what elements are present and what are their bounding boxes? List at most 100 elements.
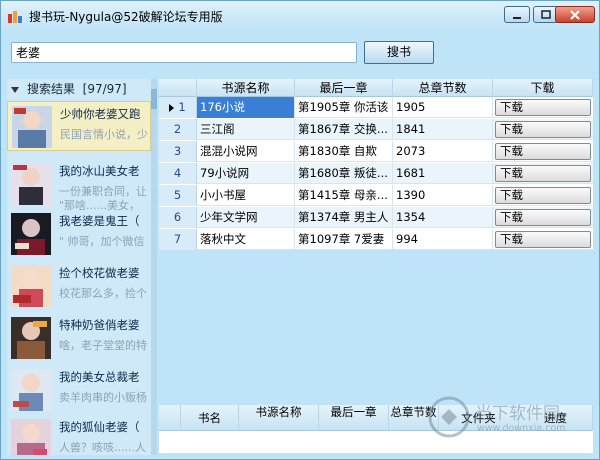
row-index: 2: [159, 119, 197, 140]
book-item[interactable]: 捡个校花做老婆 校花那么多，捡个: [7, 261, 151, 311]
title-bar[interactable]: 搜书玩-Nygula@52破解论坛专用版: [1, 1, 599, 31]
col-header-book[interactable]: 书名: [181, 405, 239, 431]
book-title: 特种奶爸俏老婆: [59, 318, 140, 332]
total-chapters-cell[interactable]: 1354: [393, 207, 493, 228]
table-row[interactable]: 6 少年文学网 第1374章 男主人 1354 下载: [159, 207, 593, 228]
watermark: 当下软件园 www.downxia.com: [425, 393, 585, 443]
row-index: 4: [159, 163, 197, 184]
search-button[interactable]: 搜书: [364, 41, 434, 64]
download-button[interactable]: 下载: [495, 143, 591, 160]
current-row-icon: [169, 103, 175, 112]
source-name-cell[interactable]: 混混小说网: [197, 141, 295, 162]
col-header-total-chapters[interactable]: 总章节数: [393, 79, 493, 97]
book-cover-image: [11, 419, 51, 455]
total-chapters-cell[interactable]: 1905: [393, 97, 493, 118]
book-desc: 校花那么多，捡个: [59, 287, 147, 300]
book-desc: " 帅哥，加个微信: [59, 235, 145, 248]
source-name-cell[interactable]: 79小说网: [197, 163, 295, 184]
close-button[interactable]: [555, 6, 595, 23]
row-index: 1: [159, 97, 197, 118]
book-item[interactable]: 我的美女总裁老 卖羊肉串的小贩杨: [7, 365, 151, 415]
source-name-cell[interactable]: 少年文学网: [197, 207, 295, 228]
download-button[interactable]: 下载: [495, 187, 591, 204]
book-item[interactable]: 我的狐仙老婆（ 人兽？咳咳......人: [7, 415, 151, 455]
last-chapter-cell[interactable]: 第1415章 母亲...: [295, 185, 393, 206]
book-desc: 卖羊肉串的小贩杨: [59, 391, 147, 404]
download-button[interactable]: 下载: [495, 231, 591, 248]
last-chapter-cell[interactable]: 第1905章 你活该: [295, 97, 393, 118]
col-header-last-chapter[interactable]: 最后一章: [319, 405, 389, 431]
col-header-last-chapter[interactable]: 最后一章: [295, 79, 393, 97]
minimize-button[interactable]: [504, 6, 530, 23]
book-item[interactable]: 我老婆是鬼王（ " 帅哥，加个微信: [7, 209, 151, 259]
last-chapter-cell[interactable]: 第1374章 男主人: [295, 207, 393, 228]
row-index: 5: [159, 185, 197, 206]
book-cover-image: [11, 213, 51, 255]
minimize-icon: [513, 16, 521, 19]
col-header-source[interactable]: 书源名称: [239, 405, 319, 431]
last-chapter-cell[interactable]: 第1867章 交换...: [295, 119, 393, 140]
source-table: 书源名称 最后一章 总章节数 下载 1 176小说 第1905章 你活该 190…: [159, 79, 593, 250]
watermark-url: www.downxia.com: [477, 423, 566, 434]
source-name-cell[interactable]: 176小说: [197, 97, 295, 118]
results-count: [97/97]: [82, 82, 127, 96]
last-chapter-cell[interactable]: 第1680章 叛徒...: [295, 163, 393, 184]
book-item[interactable]: 少帅你老婆又跑 民国言情小说，少: [7, 101, 151, 151]
results-header[interactable]: 搜索结果 [97/97]: [7, 79, 157, 99]
book-cover-image: [12, 106, 52, 148]
row-header-corner: [159, 405, 181, 431]
download-button[interactable]: 下载: [495, 99, 591, 116]
row-index: 7: [159, 229, 197, 250]
book-cover-image: [11, 265, 51, 307]
download-button[interactable]: 下载: [495, 121, 591, 138]
book-desc: 啥，老子堂堂的特: [59, 339, 147, 352]
book-item[interactable]: 我的冰山美女老 一份兼职合同，让 "那啥......美女，: [7, 159, 151, 212]
book-cover-image: [11, 369, 51, 411]
book-title: 我的狐仙老婆（: [59, 420, 140, 434]
maximize-icon: [541, 9, 551, 19]
table-row[interactable]: 4 79小说网 第1680章 叛徒... 1681 下载: [159, 163, 593, 184]
book-desc: 民国言情小说，少: [60, 128, 148, 141]
book-desc: 人兽？咳咳......人: [59, 441, 146, 454]
collapse-arrow-icon: [11, 86, 19, 93]
total-chapters-cell[interactable]: 1390: [393, 185, 493, 206]
app-icon: [8, 11, 22, 23]
book-title: 少帅你老婆又跑: [60, 107, 141, 121]
watermark-text: 当下软件园: [475, 404, 560, 424]
window-title: 搜书玩-Nygula@52破解论坛专用版: [29, 10, 223, 24]
book-title: 捡个校花做老婆: [59, 266, 140, 280]
book-title: 我老婆是鬼王（: [59, 214, 140, 228]
book-cover-image: [11, 163, 51, 205]
source-name-cell[interactable]: 落秋中文: [197, 229, 295, 250]
last-chapter-cell[interactable]: 第1830章 自欺: [295, 141, 393, 162]
book-item[interactable]: 特种奶爸俏老婆 啥，老子堂堂的特: [7, 313, 151, 363]
table-row[interactable]: 7 落秋中文 第1097章 7爱妻 994 下载: [159, 229, 593, 250]
col-header-source[interactable]: 书源名称: [197, 79, 295, 97]
last-chapter-cell[interactable]: 第1097章 7爱妻: [295, 229, 393, 250]
source-name-cell[interactable]: 三江阁: [197, 119, 295, 140]
book-title: 我的冰山美女老: [59, 164, 140, 178]
row-header-corner: [159, 79, 197, 97]
table-row[interactable]: 5 小小书屋 第1415章 母亲... 1390 下载: [159, 185, 593, 206]
download-button[interactable]: 下载: [495, 165, 591, 182]
table-row[interactable]: 1 176小说 第1905章 你活该 1905 下载: [159, 97, 593, 118]
row-index: 3: [159, 141, 197, 162]
table-row[interactable]: 3 混混小说网 第1830章 自欺 2073 下载: [159, 141, 593, 162]
total-chapters-cell[interactable]: 1681: [393, 163, 493, 184]
book-title: 我的美女总裁老: [59, 370, 140, 384]
download-button[interactable]: 下载: [495, 209, 591, 226]
total-chapters-cell[interactable]: 994: [393, 229, 493, 250]
results-label: 搜索结果: [27, 82, 76, 96]
book-cover-image: [11, 317, 51, 359]
total-chapters-cell[interactable]: 2073: [393, 141, 493, 162]
total-chapters-cell[interactable]: 1841: [393, 119, 493, 140]
col-header-download[interactable]: 下载: [493, 79, 593, 97]
app-window: 搜书玩-Nygula@52破解论坛专用版 搜书 搜索结果 [97/97] 少帅你…: [0, 0, 600, 460]
search-input[interactable]: [11, 42, 357, 63]
source-name-cell[interactable]: 小小书屋: [197, 185, 295, 206]
source-table-header: 书源名称 最后一章 总章节数 下载: [159, 79, 593, 97]
results-panel: 搜索结果 [97/97] 少帅你老婆又跑 民国言情小说，少 我的冰山美女老 一份…: [7, 79, 157, 455]
table-row[interactable]: 2 三江阁 第1867章 交换... 1841 下载: [159, 119, 593, 140]
watermark-logo-icon: [428, 396, 470, 438]
close-icon: [570, 9, 580, 20]
